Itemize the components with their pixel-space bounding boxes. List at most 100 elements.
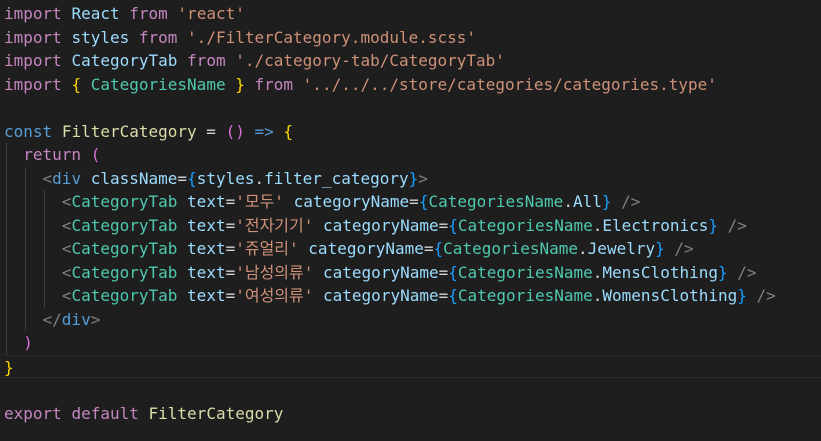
code-token: CategoriesName (90, 74, 226, 94)
code-token: './FilterCategory.module.scss' (187, 27, 477, 47)
code-line[interactable]: return ( (0, 143, 821, 167)
code-token: = (225, 215, 236, 235)
code-token: text (187, 239, 226, 258)
code-token: { (418, 192, 429, 211)
code-token: } (4, 357, 14, 377)
code-token: categoryName (323, 286, 439, 305)
code-token: = (225, 239, 236, 258)
indent-guide (6, 213, 7, 237)
code-line[interactable]: } (0, 354, 821, 378)
code-token: < (61, 286, 72, 305)
indent-guide (6, 307, 7, 331)
code-line[interactable]: </div> (0, 307, 821, 331)
code-editor[interactable]: import React from 'react' import styles f… (0, 0, 821, 441)
code-token: = (409, 192, 419, 211)
code-token: default (71, 403, 139, 423)
indent-guide (25, 213, 26, 237)
code-token: => (254, 121, 274, 141)
code-token: CategoriesName (457, 215, 593, 235)
code-token: '여성의류' (235, 286, 314, 305)
code-token: . (578, 239, 588, 258)
code-token: '../../../store/categories/categories.ty… (302, 74, 717, 94)
code-token: className (90, 168, 178, 188)
code-line[interactable]: export default FilterCategory (0, 402, 821, 426)
code-token: < (61, 239, 72, 258)
code-line[interactable]: import styles from './FilterCategory.mod… (0, 26, 821, 50)
code-token: Electronics (602, 215, 709, 235)
code-line[interactable]: const FilterCategory = () => { (0, 120, 821, 144)
code-token: < (42, 168, 53, 188)
code-line[interactable] (0, 96, 821, 120)
code-token: div (52, 168, 82, 188)
code-token: = (423, 239, 434, 258)
code-token: } (655, 239, 665, 258)
indent-guide (44, 237, 45, 261)
code-line[interactable]: <CategoryTab text='쥬얼리' categoryName={Ca… (0, 237, 821, 261)
code-token: import (4, 51, 62, 70)
code-token: { (433, 239, 444, 258)
code-token: /> (756, 286, 776, 305)
code-token: { (71, 74, 82, 94)
code-token: { (448, 286, 458, 305)
code-token: } (408, 168, 419, 188)
code-line[interactable]: import CategoryTab from './category-tab/… (0, 49, 821, 73)
code-line[interactable]: import React from 'react' (0, 2, 821, 26)
code-token: </ (42, 309, 62, 329)
code-token: text (187, 192, 226, 211)
code-token: '쥬얼리' (235, 239, 299, 258)
code-token: { (187, 168, 197, 188)
code-line[interactable]: <div className={styles.filter_category}> (0, 166, 821, 190)
code-token: import (4, 74, 62, 94)
code-line[interactable]: <CategoryTab text='전자기기' categoryName={C… (0, 213, 821, 237)
code-token: All (572, 192, 602, 211)
code-token: = (225, 192, 236, 211)
code-token: categoryName (323, 262, 439, 282)
indent-guide (44, 213, 45, 237)
code-line[interactable]: <CategoryTab text='남성의류' categoryName={C… (0, 260, 821, 284)
code-token: 'react' (177, 4, 245, 23)
code-token: CategoryTab (71, 286, 178, 305)
code-token: CategoryTab (71, 239, 178, 258)
code-token: /> (737, 262, 757, 282)
code-line[interactable]: ) (0, 331, 821, 355)
code-token: CategoriesName (457, 262, 593, 282)
code-token: ) (23, 333, 33, 352)
code-line[interactable]: import { CategoriesName } from '../../..… (0, 73, 821, 97)
code-token: . (592, 262, 603, 282)
code-token: CategoryTab (71, 51, 178, 70)
code-token: div (61, 309, 91, 329)
code-token: = (196, 121, 226, 141)
indent-guide (6, 237, 7, 261)
code-token: from (138, 27, 178, 47)
code-token: from (129, 4, 168, 23)
code-line[interactable]: <CategoryTab text='모두' categoryName={Cat… (0, 190, 821, 214)
code-token: < (61, 262, 72, 282)
code-token: > (90, 309, 101, 329)
code-token: CategoryTab (71, 192, 178, 211)
code-token: styles (71, 27, 130, 47)
code-line[interactable]: <CategoryTab text='여성의류' categoryName={C… (0, 284, 821, 308)
code-token: } (717, 262, 728, 282)
code-token: '전자기기' (235, 215, 314, 235)
code-token: . (592, 286, 603, 305)
code-line[interactable] (0, 378, 821, 402)
code-token: text (187, 215, 226, 235)
